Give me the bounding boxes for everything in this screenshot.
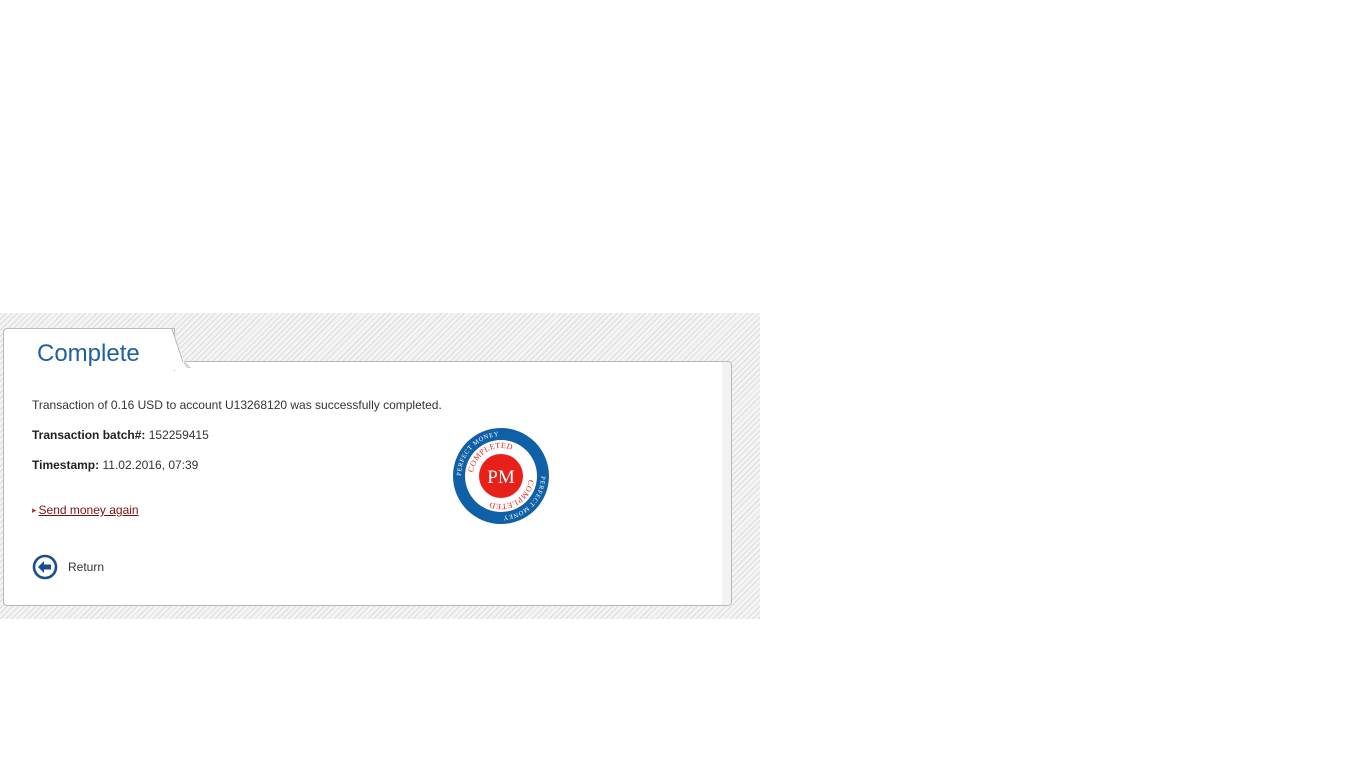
timestamp-value: 11.02.2016, 07:39 (102, 458, 199, 472)
batch-label: Transaction batch#: (32, 428, 146, 442)
panel-side-shade (722, 362, 731, 605)
page-title: Complete (37, 340, 140, 367)
timestamp-label: Timestamp: (32, 458, 100, 472)
return-label: Return (68, 560, 105, 574)
arrow-left-circle-icon[interactable] (32, 554, 58, 580)
transaction-message: Transaction of 0.16 USD to account U1326… (32, 398, 442, 412)
seal-center-text: PM (487, 467, 515, 488)
batch-row: Transaction batch#: 152259415 (32, 428, 209, 442)
completed-seal-icon: PERFECT MONEY PERFECT MONEY COMPLETED CO… (453, 428, 549, 524)
send-money-again-link[interactable]: Send money again (39, 503, 139, 517)
result-panel: Transaction of 0.16 USD to account U1326… (3, 361, 732, 606)
batch-value: 152259415 (148, 428, 209, 442)
chevron-right-icon: ▸ (32, 505, 37, 515)
send-again-row: ▸ Send money again (32, 503, 139, 517)
tab-slant-edge (169, 328, 193, 370)
timestamp-row: Timestamp: 11.02.2016, 07:39 (32, 458, 198, 472)
complete-tab: Complete (3, 328, 175, 371)
return-button[interactable]: Return (32, 554, 104, 580)
